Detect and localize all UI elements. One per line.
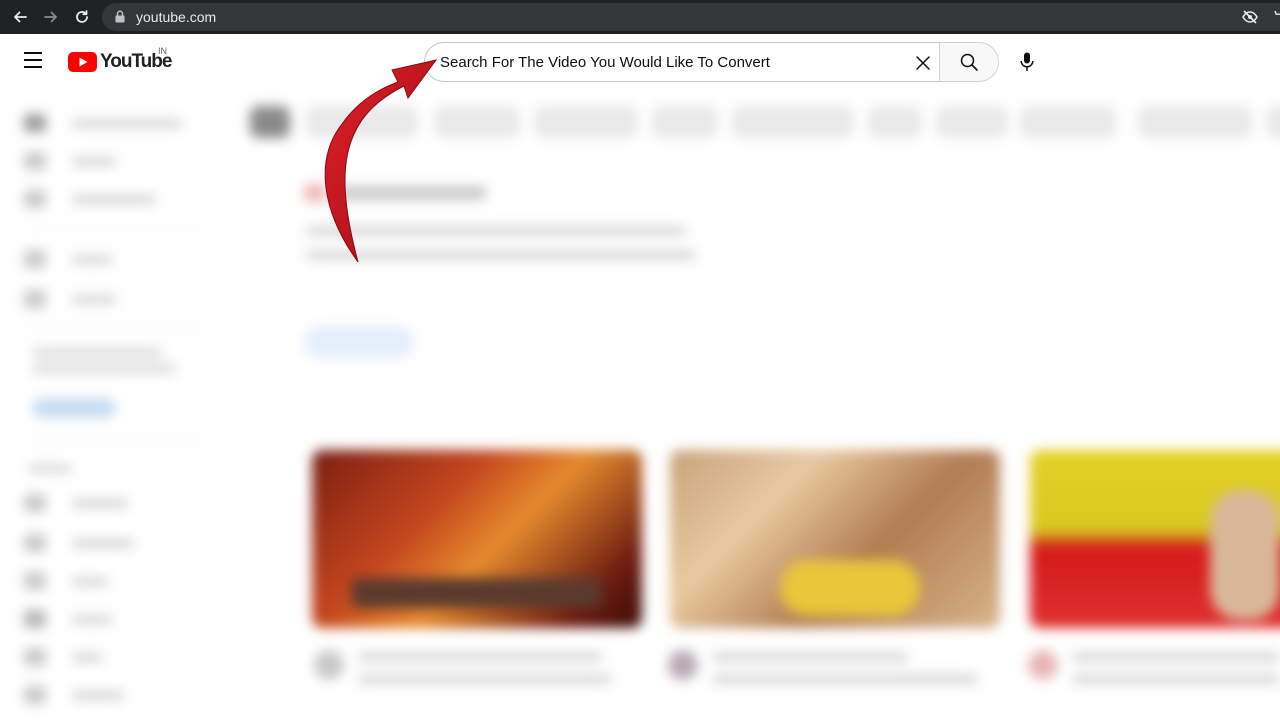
chip [250,106,290,138]
video-thumbnail [1030,450,1280,628]
url-text: youtube.com [136,9,217,25]
chip [534,106,638,138]
hamburger-menu-icon[interactable] [24,52,44,72]
chip [1020,106,1116,138]
video-title-line [712,674,978,684]
chip [732,106,854,138]
video-thumbnail [312,450,642,628]
star-icon[interactable] [1270,10,1280,29]
sidebar-text [32,348,162,357]
sidebar-text [32,364,176,373]
video-title-line [1072,674,1280,684]
search-icon [960,53,978,71]
lock-icon [115,10,125,28]
blurred-page-content [0,90,1280,720]
sidebar-item [24,572,108,590]
channel-avatar [668,650,698,680]
sidebar-item [24,534,134,552]
eye-off-icon[interactable] [1242,10,1258,29]
sidebar-item [24,190,156,208]
sidebar-item [24,114,182,132]
address-bar[interactable]: youtube.com [102,3,1280,31]
video-title-line [358,652,602,662]
youtube-play-icon [68,52,97,72]
sidebar-divider [24,326,204,327]
reload-icon[interactable] [72,7,92,27]
sidebar-heading [28,464,72,473]
close-icon[interactable] [913,53,933,73]
chip [652,106,718,138]
sidebar-signin-pill [32,398,116,418]
youtube-logo[interactable]: YouTube [68,50,172,74]
chip [936,106,1008,138]
forward-arrow-icon[interactable] [41,7,61,27]
sidebar-divider [24,438,204,439]
video-title-line [358,674,612,684]
sidebar-divider [24,226,204,227]
chip [868,106,922,138]
sidebar-item [24,250,112,268]
sidebar-item [24,686,124,704]
sidebar-item [24,152,116,170]
video-title-line [1072,652,1280,662]
sidebar-item [24,610,112,628]
sidebar-item [24,648,102,666]
youtube-masthead: YouTube IN Search For The Video You Woul… [0,34,1280,90]
back-arrow-icon[interactable] [10,7,30,27]
voice-search-button[interactable] [1010,44,1044,80]
chip [434,106,520,138]
region-code: IN [158,46,167,56]
promo-button [304,326,414,358]
search-query-text: Search For The Video You Would Like To C… [440,54,770,71]
search-button[interactable] [939,42,999,82]
search-input[interactable]: Search For The Video You Would Like To C… [424,42,940,82]
sidebar-item [24,494,128,512]
chip [1266,106,1280,138]
video-title-line [712,652,908,662]
annotation-arrow-icon [324,59,438,263]
chip [1138,106,1252,138]
channel-avatar [1028,650,1058,680]
microphone-icon [1020,52,1034,71]
browser-toolbar: youtube.com [0,0,1280,34]
sidebar-item [24,290,116,308]
channel-avatar [314,650,344,680]
video-thumbnail [670,450,1000,628]
